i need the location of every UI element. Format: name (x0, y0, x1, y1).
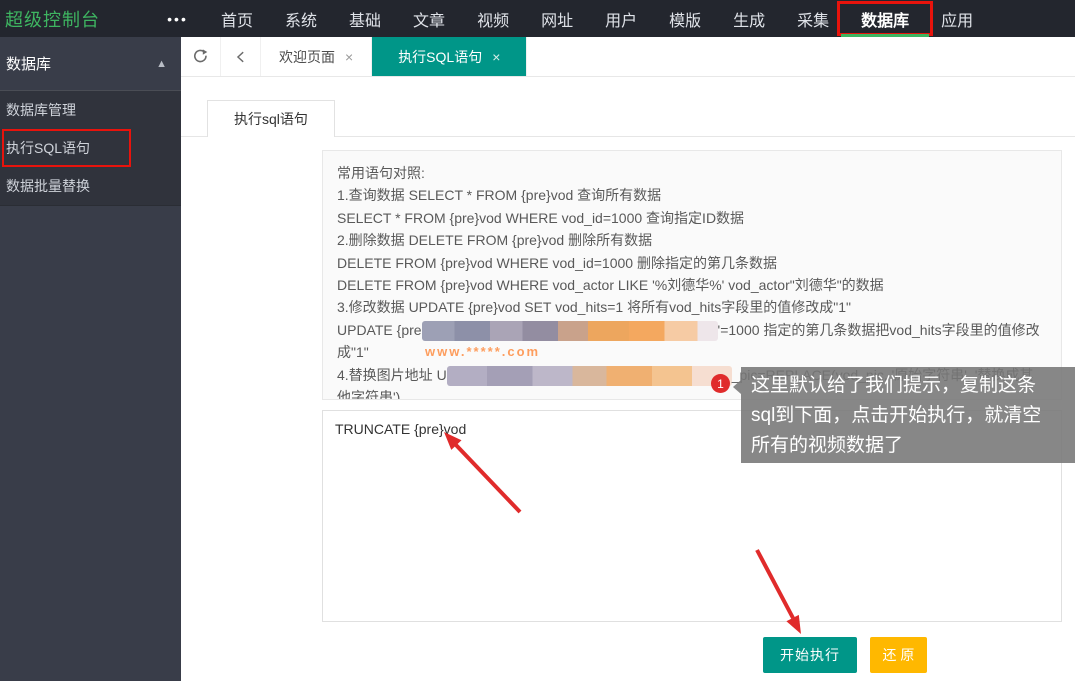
nav-item-collect[interactable]: 采集 (781, 0, 845, 37)
sql-help-title: 常用语句对照: (337, 162, 1047, 184)
nav-item-article[interactable]: 文章 (397, 0, 461, 37)
nav-item-app[interactable]: 应用 (925, 0, 989, 37)
sql-help-line: DELETE FROM {pre}vod WHERE vod_actor LIK… (337, 274, 1047, 296)
close-icon[interactable]: × (345, 49, 353, 65)
collapse-caret-icon: ▲ (156, 58, 167, 70)
nav-item-basic[interactable]: 基础 (333, 0, 397, 37)
sidebar-group-database[interactable]: 数据库 ▲ (0, 37, 181, 90)
nav-item-website[interactable]: 网址 (525, 0, 589, 37)
annotation-callout: 这里默认给了我们提示，复制这条 sql到下面，点击开始执行，就清空 所有的视频数… (741, 367, 1075, 463)
annotation-arrow-to-input (430, 425, 540, 520)
chevron-left-icon (234, 50, 248, 64)
tab-welcome[interactable]: 欢迎页面 × (261, 37, 372, 76)
restore-button[interactable]: 还 原 (870, 637, 927, 673)
watermark: www.*****.com (425, 344, 540, 359)
sidebar-group-label: 数据库 (6, 53, 51, 74)
close-icon[interactable]: × (492, 49, 500, 65)
sql-help-line: DELETE FROM {pre}vod WHERE vod_id=1000 删… (337, 252, 1047, 274)
sidebar-item-exec-sql[interactable]: 执行SQL语句 (0, 129, 181, 167)
sql-help-line: SELECT * FROM {pre}vod WHERE vod_id=1000… (337, 207, 1047, 229)
execute-button[interactable]: 开始执行 (763, 637, 857, 673)
tabs-back-button[interactable] (221, 37, 261, 76)
nav-item-generate[interactable]: 生成 (717, 0, 781, 37)
tab-bar: 欢迎页面 × 执行SQL语句 × (181, 37, 1075, 77)
sidebar-item-db-manage[interactable]: 数据库管理 (0, 91, 181, 129)
sidebar-submenu: 数据库管理 执行SQL语句 数据批量替换 (0, 90, 181, 206)
annotation-step-badge: 1 (711, 374, 730, 393)
top-navbar: 超级控制台 ••• 首页 系统 基础 文章 视频 网址 用户 模版 生成 采集 … (0, 0, 1075, 37)
admin-console: 超级控制台 ••• 首页 系统 基础 文章 视频 网址 用户 模版 生成 采集 … (0, 0, 1075, 681)
inner-tab-exec-sql[interactable]: 执行sql语句 (207, 100, 335, 137)
action-buttons: 开始执行 还 原 (181, 637, 1075, 673)
sql-help-line: 2.删除数据 DELETE FROM {pre}vod 删除所有数据 (337, 229, 1047, 251)
sidebar-item-batch-replace[interactable]: 数据批量替换 (0, 167, 181, 205)
nav-menu: 首页 系统 基础 文章 视频 网址 用户 模版 生成 采集 数据库 应用 (205, 0, 989, 37)
blur-mosaic (447, 366, 732, 386)
nav-item-video[interactable]: 视频 (461, 0, 525, 37)
more-icon[interactable]: ••• (150, 0, 205, 37)
sql-help-line: 1.查询数据 SELECT * FROM {pre}vod 查询所有数据 (337, 184, 1047, 206)
nav-item-system[interactable]: 系统 (269, 0, 333, 37)
annotation-arrow-to-execute (745, 542, 815, 642)
refresh-icon (192, 48, 210, 66)
sql-help-line: 3.修改数据 UPDATE {pre}vod SET vod_hits=1 将所… (337, 296, 1047, 318)
nav-item-template[interactable]: 模版 (653, 0, 717, 37)
refresh-button[interactable] (181, 37, 221, 76)
nav-item-user[interactable]: 用户 (589, 0, 653, 37)
nav-item-database[interactable]: 数据库 (845, 0, 925, 37)
sidebar: 数据库 ▲ 数据库管理 执行SQL语句 数据批量替换 (0, 37, 181, 681)
brand-area: 超级控制台 (0, 0, 150, 37)
sql-reference-panel: 常用语句对照: 1.查询数据 SELECT * FROM {pre}vod 查询… (322, 150, 1062, 400)
tab-exec-sql[interactable]: 执行SQL语句 × (372, 37, 527, 76)
nav-item-home[interactable]: 首页 (205, 0, 269, 37)
brand-logo: 超级控制台 (5, 6, 100, 32)
blur-mosaic (422, 321, 718, 341)
